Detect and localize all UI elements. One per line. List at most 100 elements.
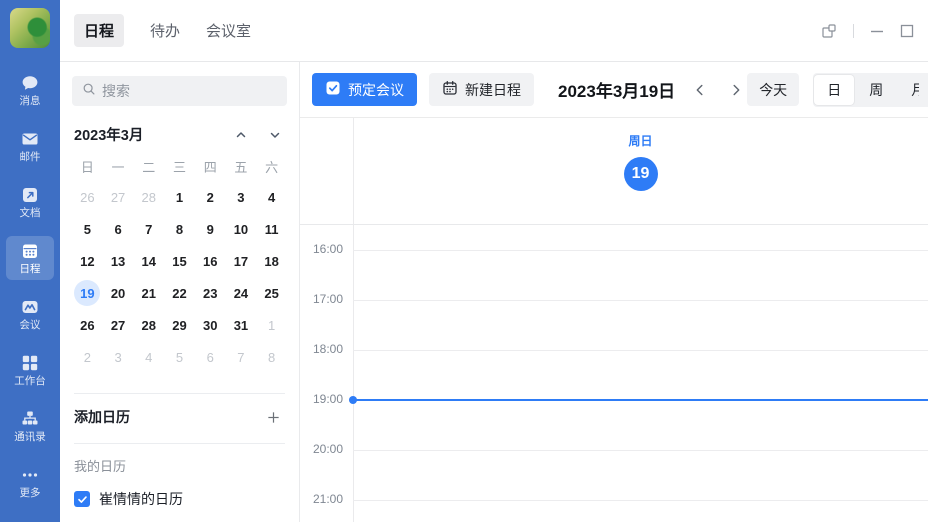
prev-day-button[interactable] bbox=[689, 79, 711, 101]
mini-calendar-day[interactable]: 14 bbox=[133, 245, 164, 277]
sidebar-item-mail[interactable]: 邮件 bbox=[6, 124, 54, 168]
mini-calendar-day[interactable]: 28 bbox=[133, 181, 164, 213]
mini-calendar-weekdays: 日一二三四五六 bbox=[72, 159, 287, 177]
maximize-button[interactable] bbox=[900, 24, 914, 38]
mini-calendar-day[interactable]: 2 bbox=[72, 341, 103, 373]
new-event-label: 新建日程 bbox=[465, 80, 521, 100]
avatar[interactable] bbox=[10, 8, 50, 48]
app-rail-sidebar: 消息 邮件 文档 日程 会议 工作台 bbox=[0, 0, 60, 522]
mini-calendar-day[interactable]: 19 bbox=[72, 277, 103, 309]
rail-nav: 消息 邮件 文档 日程 会议 工作台 bbox=[6, 68, 54, 504]
sidebar-item-label: 更多 bbox=[20, 488, 41, 499]
search-box[interactable] bbox=[72, 76, 287, 106]
mini-calendar-day[interactable]: 8 bbox=[256, 341, 287, 373]
time-grid[interactable]: 16:00 17:00 18:00 19:00 bbox=[300, 225, 928, 522]
sidebar-item-more[interactable]: 更多 bbox=[6, 460, 54, 504]
mini-calendar-day[interactable]: 3 bbox=[103, 341, 134, 373]
mini-calendar-day[interactable]: 7 bbox=[133, 213, 164, 245]
mini-calendar-day[interactable]: 26 bbox=[72, 309, 103, 341]
mini-calendar-day[interactable]: 22 bbox=[164, 277, 195, 309]
calendar-app: 消息 邮件 文档 日程 会议 工作台 bbox=[0, 0, 928, 522]
mini-calendar-day[interactable]: 13 bbox=[103, 245, 134, 277]
selected-day-badge[interactable]: 19 bbox=[624, 157, 658, 191]
weekday-name: 周日 bbox=[628, 132, 652, 149]
sidebar-item-label: 会议 bbox=[20, 320, 41, 331]
sidebar-item-messages[interactable]: 消息 bbox=[6, 68, 54, 112]
calendar-icon bbox=[20, 241, 40, 261]
mini-calendar-day[interactable]: 25 bbox=[256, 277, 287, 309]
mini-calendar-day[interactable]: 5 bbox=[164, 341, 195, 373]
tab-schedule[interactable]: 日程 bbox=[74, 14, 124, 47]
mini-calendar-day[interactable]: 10 bbox=[226, 213, 257, 245]
mini-calendar-day[interactable]: 21 bbox=[133, 277, 164, 309]
mini-calendar-day[interactable]: 4 bbox=[133, 341, 164, 373]
sidebar-item-label: 邮件 bbox=[20, 152, 41, 163]
sidebar-item-contacts[interactable]: 通讯录 bbox=[6, 404, 54, 448]
mini-calendar-day[interactable]: 8 bbox=[164, 213, 195, 245]
mini-calendar-day[interactable]: 5 bbox=[72, 213, 103, 245]
view-week-tab[interactable]: 周 bbox=[855, 73, 897, 107]
mini-calendar-day[interactable]: 24 bbox=[226, 277, 257, 309]
today-button[interactable]: 今天 bbox=[747, 73, 799, 106]
book-meeting-button[interactable]: 预定会议 bbox=[312, 73, 417, 106]
hour-label: 17:00 bbox=[300, 292, 343, 306]
mini-calendar-day[interactable]: 20 bbox=[103, 277, 134, 309]
view-day-tab[interactable]: 日 bbox=[814, 75, 854, 105]
hour-gridline bbox=[353, 300, 928, 301]
mini-calendar-day[interactable]: 6 bbox=[195, 341, 226, 373]
hour-label: 16:00 bbox=[300, 242, 343, 256]
new-event-button[interactable]: 新建日程 bbox=[429, 73, 534, 106]
org-chart-icon bbox=[20, 409, 40, 429]
mini-calendar-day[interactable]: 27 bbox=[103, 181, 134, 213]
hour-label: 19:00 bbox=[300, 392, 343, 406]
mini-calendar-day[interactable]: 1 bbox=[164, 181, 195, 213]
search-input[interactable] bbox=[102, 83, 277, 99]
view-switcher: 日 周 月 bbox=[813, 73, 928, 107]
sidebar-item-meetings[interactable]: 会议 bbox=[6, 292, 54, 336]
mini-calendar-day[interactable]: 2 bbox=[195, 181, 226, 213]
chevron-up-icon[interactable] bbox=[235, 129, 247, 141]
calendar-checkbox[interactable] bbox=[74, 491, 90, 507]
document-share-icon bbox=[20, 185, 40, 205]
weekday-label: 二 bbox=[133, 159, 164, 177]
mini-calendar-day[interactable]: 9 bbox=[195, 213, 226, 245]
sidebar-item-label: 日程 bbox=[20, 264, 41, 275]
chevron-down-icon[interactable] bbox=[269, 129, 281, 141]
mini-calendar-day[interactable]: 1 bbox=[256, 309, 287, 341]
mini-calendar-day[interactable]: 18 bbox=[256, 245, 287, 277]
plus-icon[interactable] bbox=[266, 410, 285, 425]
day-view-main: 预定会议 新建日程 2023年3月19日 今天 日 周 月 bbox=[300, 62, 928, 522]
sidebar-item-schedule[interactable]: 日程 bbox=[6, 236, 54, 280]
mini-calendar-day[interactable]: 26 bbox=[72, 181, 103, 213]
mini-calendar-header: 2023年3月 bbox=[74, 124, 285, 145]
mini-calendar-day[interactable]: 17 bbox=[226, 245, 257, 277]
mini-calendar-day[interactable]: 28 bbox=[133, 309, 164, 341]
mini-calendar-day[interactable]: 12 bbox=[72, 245, 103, 277]
mini-calendar-day[interactable]: 6 bbox=[103, 213, 134, 245]
mini-calendar-day[interactable]: 15 bbox=[164, 245, 195, 277]
next-day-button[interactable] bbox=[725, 79, 747, 101]
sidebar-item-workbench[interactable]: 工作台 bbox=[6, 348, 54, 392]
mini-calendar-day[interactable]: 7 bbox=[226, 341, 257, 373]
mini-calendar-day[interactable]: 11 bbox=[256, 213, 287, 245]
mini-calendar-day[interactable]: 27 bbox=[103, 309, 134, 341]
calendar-list-item[interactable]: 崔情情的日历 bbox=[74, 489, 285, 509]
hour-gridline bbox=[353, 450, 928, 451]
mini-calendar-day[interactable]: 4 bbox=[256, 181, 287, 213]
mini-calendar-day[interactable]: 23 bbox=[195, 277, 226, 309]
popout-icon[interactable] bbox=[821, 23, 837, 39]
tab-todo[interactable]: 待办 bbox=[150, 20, 180, 41]
mini-calendar-title: 2023年3月 bbox=[74, 124, 143, 145]
tab-meeting-rooms[interactable]: 会议室 bbox=[206, 20, 251, 41]
mini-calendar-day[interactable]: 29 bbox=[164, 309, 195, 341]
weekday-label: 日 bbox=[72, 159, 103, 177]
clipped-calendar-settings-button[interactable] bbox=[919, 73, 928, 106]
minimize-button[interactable] bbox=[870, 24, 884, 38]
mini-calendar-day[interactable]: 30 bbox=[195, 309, 226, 341]
mini-calendar-day[interactable]: 31 bbox=[226, 309, 257, 341]
meeting-icon bbox=[20, 297, 40, 317]
hour-gridline bbox=[353, 350, 928, 351]
mini-calendar-day[interactable]: 16 bbox=[195, 245, 226, 277]
mini-calendar-day[interactable]: 3 bbox=[226, 181, 257, 213]
sidebar-item-docs[interactable]: 文档 bbox=[6, 180, 54, 224]
